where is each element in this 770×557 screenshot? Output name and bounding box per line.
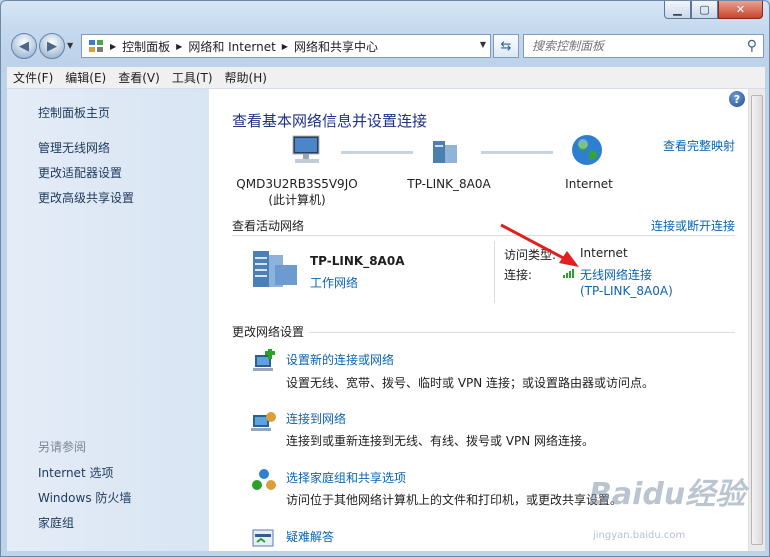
task-troubleshoot-link[interactable]: 疑难解答 [286, 528, 334, 545]
menu-tools[interactable]: 工具(T) [166, 69, 219, 86]
minimize-button[interactable]: ▁ [664, 1, 691, 19]
control-panel-icon [89, 40, 103, 52]
breadcrumb-chevron-icon[interactable]: ▶ [282, 42, 288, 51]
maximize-button[interactable]: ▢ [691, 1, 718, 19]
connect-disconnect-link[interactable]: 连接或断开连接 [651, 217, 735, 234]
refresh-button[interactable]: ⇆ [493, 34, 519, 58]
window-frame: ▁ ▢ ✕ ◀ ▶ ▼ ▶ 控制面板 ▶ 网络和 Internet ▶ 网络和共… [0, 0, 770, 557]
watermark-logo: Baidu经验 [589, 477, 746, 512]
scrollbar-thumb[interactable] [751, 95, 763, 545]
wireless-connection-link[interactable]: 无线网络连接 [580, 266, 652, 283]
computer-icon [292, 135, 320, 163]
forward-arrow-icon: ▶ [47, 38, 57, 54]
map-node-router: TP-LINK_8A0A [389, 176, 509, 192]
caption-buttons: ▁ ▢ ✕ [664, 1, 763, 19]
work-network-icon [253, 251, 297, 287]
task-connect-network-link[interactable]: 连接到网络 [286, 410, 346, 427]
help-icon: ? [733, 92, 741, 106]
task-setup-connection-desc: 设置无线、宽带、拨号、临时或 VPN 连接；或设置路由器或访问点。 [286, 376, 655, 390]
sidebar-item-homegroup[interactable]: 家庭组 [38, 514, 74, 531]
forward-button[interactable]: ▶ [39, 33, 65, 59]
breadcrumb-control-panel[interactable]: 控制面板 [122, 38, 170, 55]
menu-edit[interactable]: 编辑(E) [59, 69, 112, 86]
router-name: TP-LINK_8A0A [407, 177, 491, 191]
task-homegroup-link[interactable]: 选择家庭组和共享选项 [286, 469, 406, 486]
close-icon: ✕ [735, 3, 746, 16]
breadcrumb-network-sharing-center[interactable]: 网络和共享中心 [294, 38, 378, 55]
access-type-value: Internet [580, 246, 628, 260]
connect-network-icon [251, 412, 276, 431]
search-box[interactable]: ⚲ [523, 34, 764, 58]
address-dropdown-icon[interactable]: ▼ [480, 40, 486, 49]
back-arrow-icon: ◀ [19, 38, 29, 54]
task-homegroup-desc: 访问位于其他网络计算机上的文件和打印机，或更改共享设置。 [286, 493, 623, 507]
breadcrumb-chevron-icon: ▶ [110, 41, 117, 51]
annotation-arrow-icon [500, 223, 579, 267]
task-connect-network-desc: 连接到或重新连接到无线、有线、拨号或 VPN 网络连接。 [286, 434, 595, 448]
refresh-icon: ⇆ [500, 38, 512, 54]
breadcrumb-chevron-icon[interactable]: ▶ [176, 42, 182, 51]
menu-view[interactable]: 查看(V) [112, 69, 166, 86]
network-name: TP-LINK_8A0A [310, 254, 405, 268]
minimize-icon: ▁ [673, 3, 682, 16]
menu-help[interactable]: 帮助(H) [219, 69, 273, 86]
task-setup-connection-link[interactable]: 设置新的连接或网络 [286, 351, 394, 368]
wireless-connection-ssid[interactable]: (TP-LINK_8A0A) [580, 284, 673, 298]
breadcrumb-network-internet[interactable]: 网络和 Internet [188, 38, 275, 55]
internet-name: Internet [565, 177, 613, 191]
map-connector-line [341, 151, 413, 154]
router-icon [433, 141, 457, 163]
page-title: 查看基本网络信息并设置连接 [232, 112, 428, 130]
section-divider [232, 235, 735, 236]
sidebar-item-manage-wireless[interactable]: 管理无线网络 [38, 139, 110, 156]
close-button[interactable]: ✕ [718, 1, 763, 19]
maximize-icon: ▢ [699, 3, 710, 16]
watermark-url: jingyan.baidu.com [593, 530, 686, 541]
map-node-internet: Internet [539, 176, 639, 192]
view-full-map-link[interactable]: 查看完整映射 [663, 137, 735, 154]
menu-file[interactable]: 文件(F) [7, 69, 59, 86]
navigation-bar: ◀ ▶ ▼ ▶ 控制面板 ▶ 网络和 Internet ▶ 网络和共享中心 ▼ … [9, 31, 764, 61]
sidebar: 控制面板主页 管理无线网络 更改适配器设置 更改高级共享设置 另请参阅 Inte… [7, 89, 209, 551]
sidebar-item-control-panel-home[interactable]: 控制面板主页 [38, 104, 110, 121]
menu-bar: 文件(F) 编辑(E) 查看(V) 工具(T) 帮助(H) [7, 67, 765, 89]
vertical-scrollbar[interactable] [748, 89, 765, 551]
search-input[interactable] [532, 39, 732, 53]
address-bar[interactable]: ▶ 控制面板 ▶ 网络和 Internet ▶ 网络和共享中心 ▼ [81, 34, 491, 58]
see-also-header: 另请参阅 [38, 440, 87, 454]
sidebar-item-windows-firewall[interactable]: Windows 防火墙 [38, 489, 131, 506]
help-button[interactable]: ? [729, 91, 745, 107]
network-type-link[interactable]: 工作网络 [310, 274, 358, 291]
network-vertical-divider [494, 241, 495, 303]
map-connector-line [481, 151, 553, 154]
sidebar-item-adapter-settings[interactable]: 更改适配器设置 [38, 164, 122, 181]
history-dropdown-icon[interactable]: ▼ [67, 41, 73, 50]
map-node-computer: QMD3U2RB3S5V9JO (此计算机) [227, 176, 367, 208]
computer-sub: (此计算机) [268, 193, 326, 207]
sidebar-item-internet-options[interactable]: Internet 选项 [38, 464, 113, 481]
section-divider [309, 332, 735, 333]
troubleshoot-icon [252, 529, 274, 547]
search-icon[interactable]: ⚲ [747, 38, 757, 54]
homegroup-icon [252, 469, 276, 490]
new-connection-icon [253, 349, 275, 371]
internet-globe-icon [572, 135, 602, 165]
back-button[interactable]: ◀ [11, 33, 37, 59]
sidebar-item-advanced-sharing[interactable]: 更改高级共享设置 [38, 189, 134, 206]
change-settings-header: 更改网络设置 [232, 325, 305, 339]
active-networks-header: 查看活动网络 [232, 219, 305, 233]
computer-name: QMD3U2RB3S5V9JO [236, 177, 358, 191]
